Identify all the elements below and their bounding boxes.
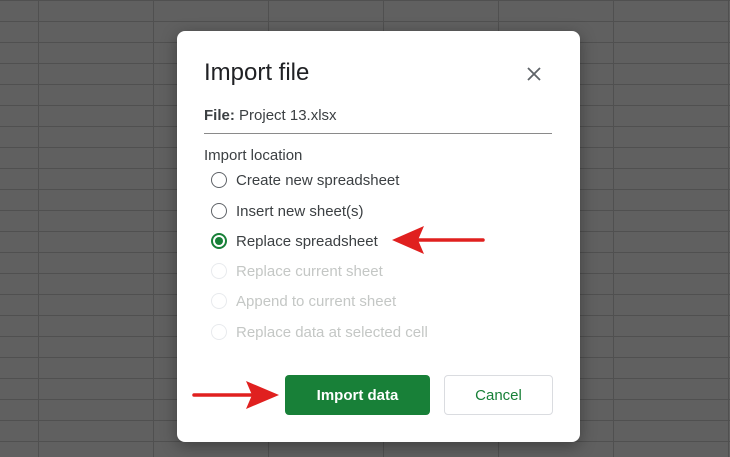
radio-button[interactable] (211, 203, 227, 219)
radio-option-insert-new-sheets[interactable]: Insert new sheet(s) (211, 200, 364, 222)
radio-label: Append to current sheet (236, 292, 397, 310)
radio-button-disabled (211, 263, 227, 279)
radio-option-create-new-spreadsheet[interactable]: Create new spreadsheet (211, 169, 399, 191)
radio-label: Replace data at selected cell (236, 323, 428, 341)
radio-option-replace-spreadsheet[interactable]: Replace spreadsheet (211, 230, 378, 252)
radio-button-disabled (211, 293, 227, 309)
radio-button-selected[interactable] (211, 233, 227, 249)
file-name: Project 13.xlsx (239, 107, 337, 124)
radio-label: Replace current sheet (236, 262, 383, 280)
radio-option-replace-current-sheet: Replace current sheet (211, 260, 383, 282)
file-field: File: Project 13.xlsx (204, 107, 552, 134)
cancel-button[interactable]: Cancel (444, 375, 553, 415)
import-data-button[interactable]: Import data (285, 375, 430, 415)
radio-button[interactable] (211, 172, 227, 188)
close-icon (527, 67, 541, 81)
import-location-label: Import location (204, 147, 303, 164)
file-label: File: (204, 107, 235, 124)
radio-label: Replace spreadsheet (236, 232, 378, 250)
radio-label: Insert new sheet(s) (236, 202, 364, 220)
close-button[interactable] (521, 61, 547, 87)
radio-button-disabled (211, 324, 227, 340)
radio-option-replace-data-at-selected-cell: Replace data at selected cell (211, 321, 428, 343)
radio-option-append-to-current-sheet: Append to current sheet (211, 290, 396, 312)
dialog-title: Import file (204, 59, 310, 86)
import-file-dialog: Import file File: Project 13.xlsx Import… (177, 31, 580, 442)
radio-label: Create new spreadsheet (236, 171, 400, 189)
